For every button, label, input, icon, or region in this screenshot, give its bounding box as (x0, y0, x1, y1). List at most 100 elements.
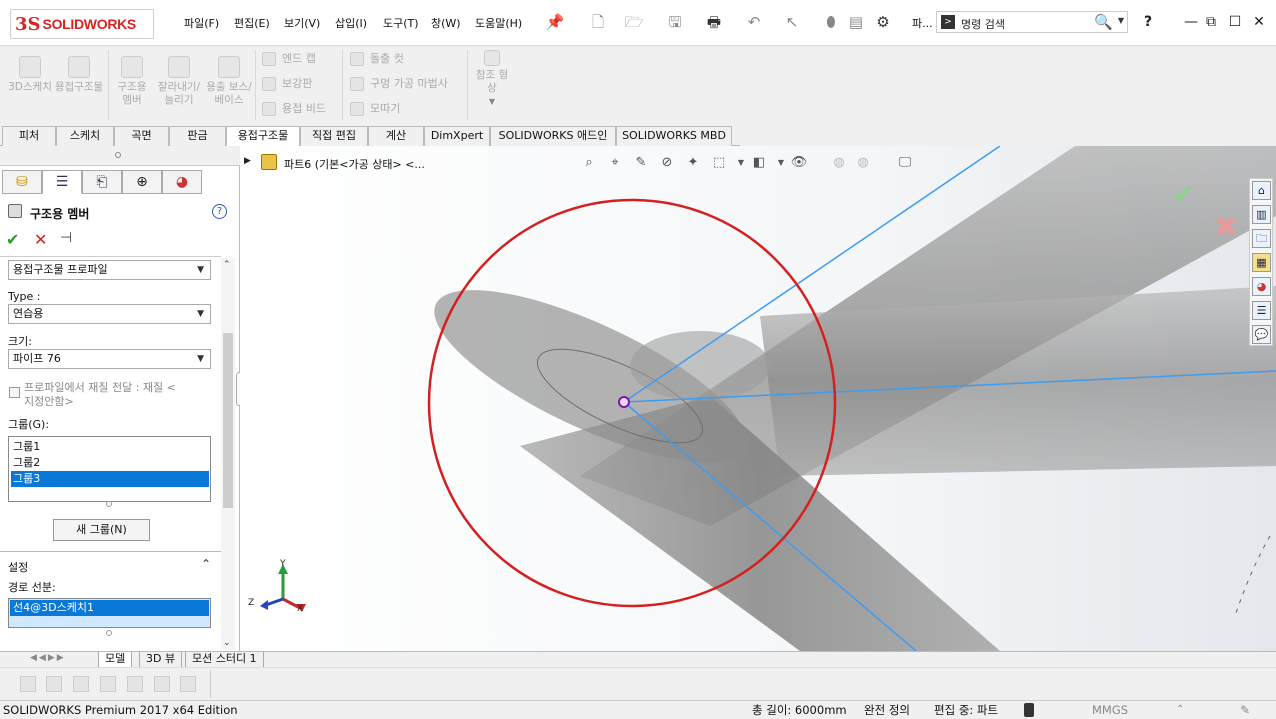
select-icon[interactable]: ↖ (782, 12, 802, 32)
pin-icon[interactable]: 📌 (545, 12, 565, 32)
zoom-to-fit-icon[interactable]: ⌕ (580, 154, 598, 172)
menu-view[interactable]: 보기(V) (284, 15, 320, 31)
tab-mbd[interactable]: SOLIDWORKS MBD (616, 126, 732, 146)
sketch-vertex[interactable] (618, 396, 630, 408)
splitter-handle[interactable] (115, 152, 121, 158)
scrollbar-thumb[interactable] (223, 333, 233, 508)
status-units[interactable]: MMGS (1092, 701, 1128, 719)
chamfer-button[interactable]: 모따기 (350, 100, 400, 116)
sketch-tool-icon[interactable] (100, 676, 116, 692)
list-item[interactable]: 그룹2 (11, 455, 209, 471)
standard-select[interactable]: 용접구조물 프로파일 ▼ (8, 260, 211, 280)
pipe-right[interactable] (760, 286, 1276, 476)
size-select[interactable]: 파이프 76 ▼ (8, 349, 211, 369)
tab-model[interactable]: 모델 (98, 652, 133, 668)
tab-features[interactable]: 피처 (2, 126, 56, 146)
hole-wizard-button[interactable]: 구멍 가공 마법사 (350, 75, 448, 91)
display-style-icon[interactable]: ◧ (750, 154, 768, 172)
hide-show-items-icon[interactable]: 👁 (790, 154, 808, 172)
toolbar-overflow-label[interactable]: 파... (912, 15, 933, 31)
zoom-to-area-icon[interactable]: ⌖ (606, 154, 624, 172)
viewport-restore-icon[interactable]: ⧉ (1222, 146, 1231, 149)
chevron-down-icon[interactable]: ▼ (736, 154, 746, 172)
home-icon[interactable]: ⌂ (1252, 181, 1271, 200)
weld-bead-button[interactable]: 용접 비드 (262, 100, 326, 116)
appearances-icon[interactable]: ◕ (1252, 277, 1271, 296)
sketch-tool-icon[interactable] (73, 676, 89, 692)
groups-list[interactable]: 그룹1 그룹2 그룹3 (8, 436, 211, 502)
rebuild-icon[interactable]: ⬮ (821, 12, 841, 32)
sketch-tool-icon[interactable] (46, 676, 62, 692)
sketch-tool-icon[interactable] (180, 676, 196, 692)
view-palette-icon[interactable]: ▦ (1252, 253, 1271, 272)
sketch-tool-icon[interactable] (20, 676, 36, 692)
tab-direct-editing[interactable]: 직접 편집 (300, 126, 368, 146)
forum-icon[interactable]: 💬 (1252, 325, 1271, 344)
list-item[interactable]: 그룹1 (11, 439, 209, 455)
feature-tree-part[interactable]: 파트6 (기본<가공 상태> <... (284, 156, 425, 172)
settings-header[interactable]: 설정 (8, 559, 28, 575)
featuremanager-tree-icon[interactable]: ⛁ (2, 170, 42, 194)
view-orientation-icon[interactable]: ⬚ (710, 154, 728, 172)
3d-sketch-button[interactable]: 3D스케치 (8, 56, 52, 94)
model-view[interactable] (240, 146, 1276, 651)
viewport-close-icon[interactable]: ✕ (1250, 146, 1260, 148)
list-item-selected[interactable]: 선4@3D스케치1 (10, 600, 209, 616)
design-library-icon[interactable]: ▥ (1252, 205, 1271, 224)
chevron-down-icon[interactable]: ▼ (776, 154, 786, 172)
command-search[interactable]: > 명령 검색 🔍 ▼ (936, 11, 1128, 33)
scroll-down-icon[interactable]: ⌄ (223, 638, 231, 648)
extruded-cut-button[interactable]: 돌출 컷 (350, 50, 404, 66)
extruded-boss-button[interactable]: 용출 보스/베이스 (206, 56, 252, 107)
structural-member-button[interactable]: 구조용 멤버 (112, 56, 152, 107)
tab-dimxpert[interactable]: DimXpert (424, 126, 490, 146)
search-input[interactable]: 명령 검색 (961, 16, 1005, 32)
section-view-icon[interactable]: ⊘ (658, 154, 676, 172)
scroll-up-icon[interactable]: ⌃ (223, 260, 231, 270)
dimxpert-manager-icon[interactable]: ⊕ (122, 170, 162, 194)
chevron-down-icon[interactable]: ▼ (1118, 16, 1124, 25)
gusset-button[interactable]: 보강판 (262, 75, 312, 91)
trim-extend-button[interactable]: 잘라내기/늘리기 (155, 56, 203, 107)
search-icon[interactable]: 🔍 (1094, 13, 1113, 31)
tab-sketch[interactable]: 스케치 (56, 126, 114, 146)
tab-evaluate[interactable]: 계산 (368, 126, 424, 146)
menu-insert[interactable]: 삽입(I) (335, 15, 367, 31)
tab-sheet-metal[interactable]: 판금 (169, 126, 226, 146)
path-segments-list[interactable]: 선4@3D스케치1 (8, 598, 211, 628)
resize-handle[interactable] (106, 501, 112, 507)
help-icon[interactable]: ? (212, 204, 227, 219)
graphics-area[interactable]: Y X Z ▶ 파트6 (기본<가공 상태> <... ⌕ ⌖ ✎ ⊘ ✦ ⬚ … (240, 146, 1276, 651)
restore-icon[interactable]: ⧉ (1200, 12, 1222, 32)
expand-arrow-icon[interactable]: ▶ (244, 156, 251, 166)
chevron-up-icon[interactable]: ⌃ (201, 557, 211, 571)
sketch-tool-icon[interactable] (127, 676, 143, 692)
menu-edit[interactable]: 편집(E) (234, 15, 270, 31)
configuration-manager-icon[interactable]: ⎗ (82, 170, 122, 194)
menu-window[interactable]: 창(W) (431, 15, 461, 31)
maximize-icon[interactable]: ☐ (1224, 12, 1246, 32)
print-icon[interactable]: 🖶 (704, 12, 724, 32)
cancel-x-icon[interactable]: ✕ (34, 230, 47, 249)
confirm-ok-icon[interactable]: ✔ (1172, 178, 1195, 211)
view-settings-icon[interactable]: 🖵 (896, 154, 914, 172)
confirm-cancel-icon[interactable]: ✖ (1214, 210, 1237, 243)
list-item-selected[interactable]: 그룹3 (11, 471, 209, 487)
undo-icon[interactable]: ↶ (744, 12, 764, 32)
file-properties-icon[interactable]: ▤ (846, 12, 866, 32)
panel-scrollbar[interactable]: ⌃ ⌄ (221, 258, 235, 650)
help-icon[interactable]: ? (1137, 12, 1159, 32)
viewport-minimize-icon[interactable]: — (1196, 146, 1208, 148)
customize-icon[interactable]: ✎ (1240, 701, 1250, 719)
dynamic-annotation-icon[interactable]: ✦ (684, 154, 702, 172)
menu-file[interactable]: 파일(F) (184, 15, 219, 31)
chevron-up-icon[interactable]: ⌃ (1176, 701, 1184, 719)
new-document-icon[interactable]: 🗋 (588, 12, 608, 32)
tab-weldments[interactable]: 용접구조물 (226, 126, 300, 147)
type-select[interactable]: 연습용 ▼ (8, 304, 211, 324)
rebuild-status-icon[interactable] (1024, 703, 1034, 717)
tab-scroll-arrows[interactable]: ◀◀▶▶ (30, 653, 66, 663)
weldment-button[interactable]: 용접구조물 (54, 56, 104, 94)
tab-3d-views[interactable]: 3D 뷰 (139, 652, 183, 668)
tab-motion-study[interactable]: 모션 스터디 1 (185, 652, 264, 668)
